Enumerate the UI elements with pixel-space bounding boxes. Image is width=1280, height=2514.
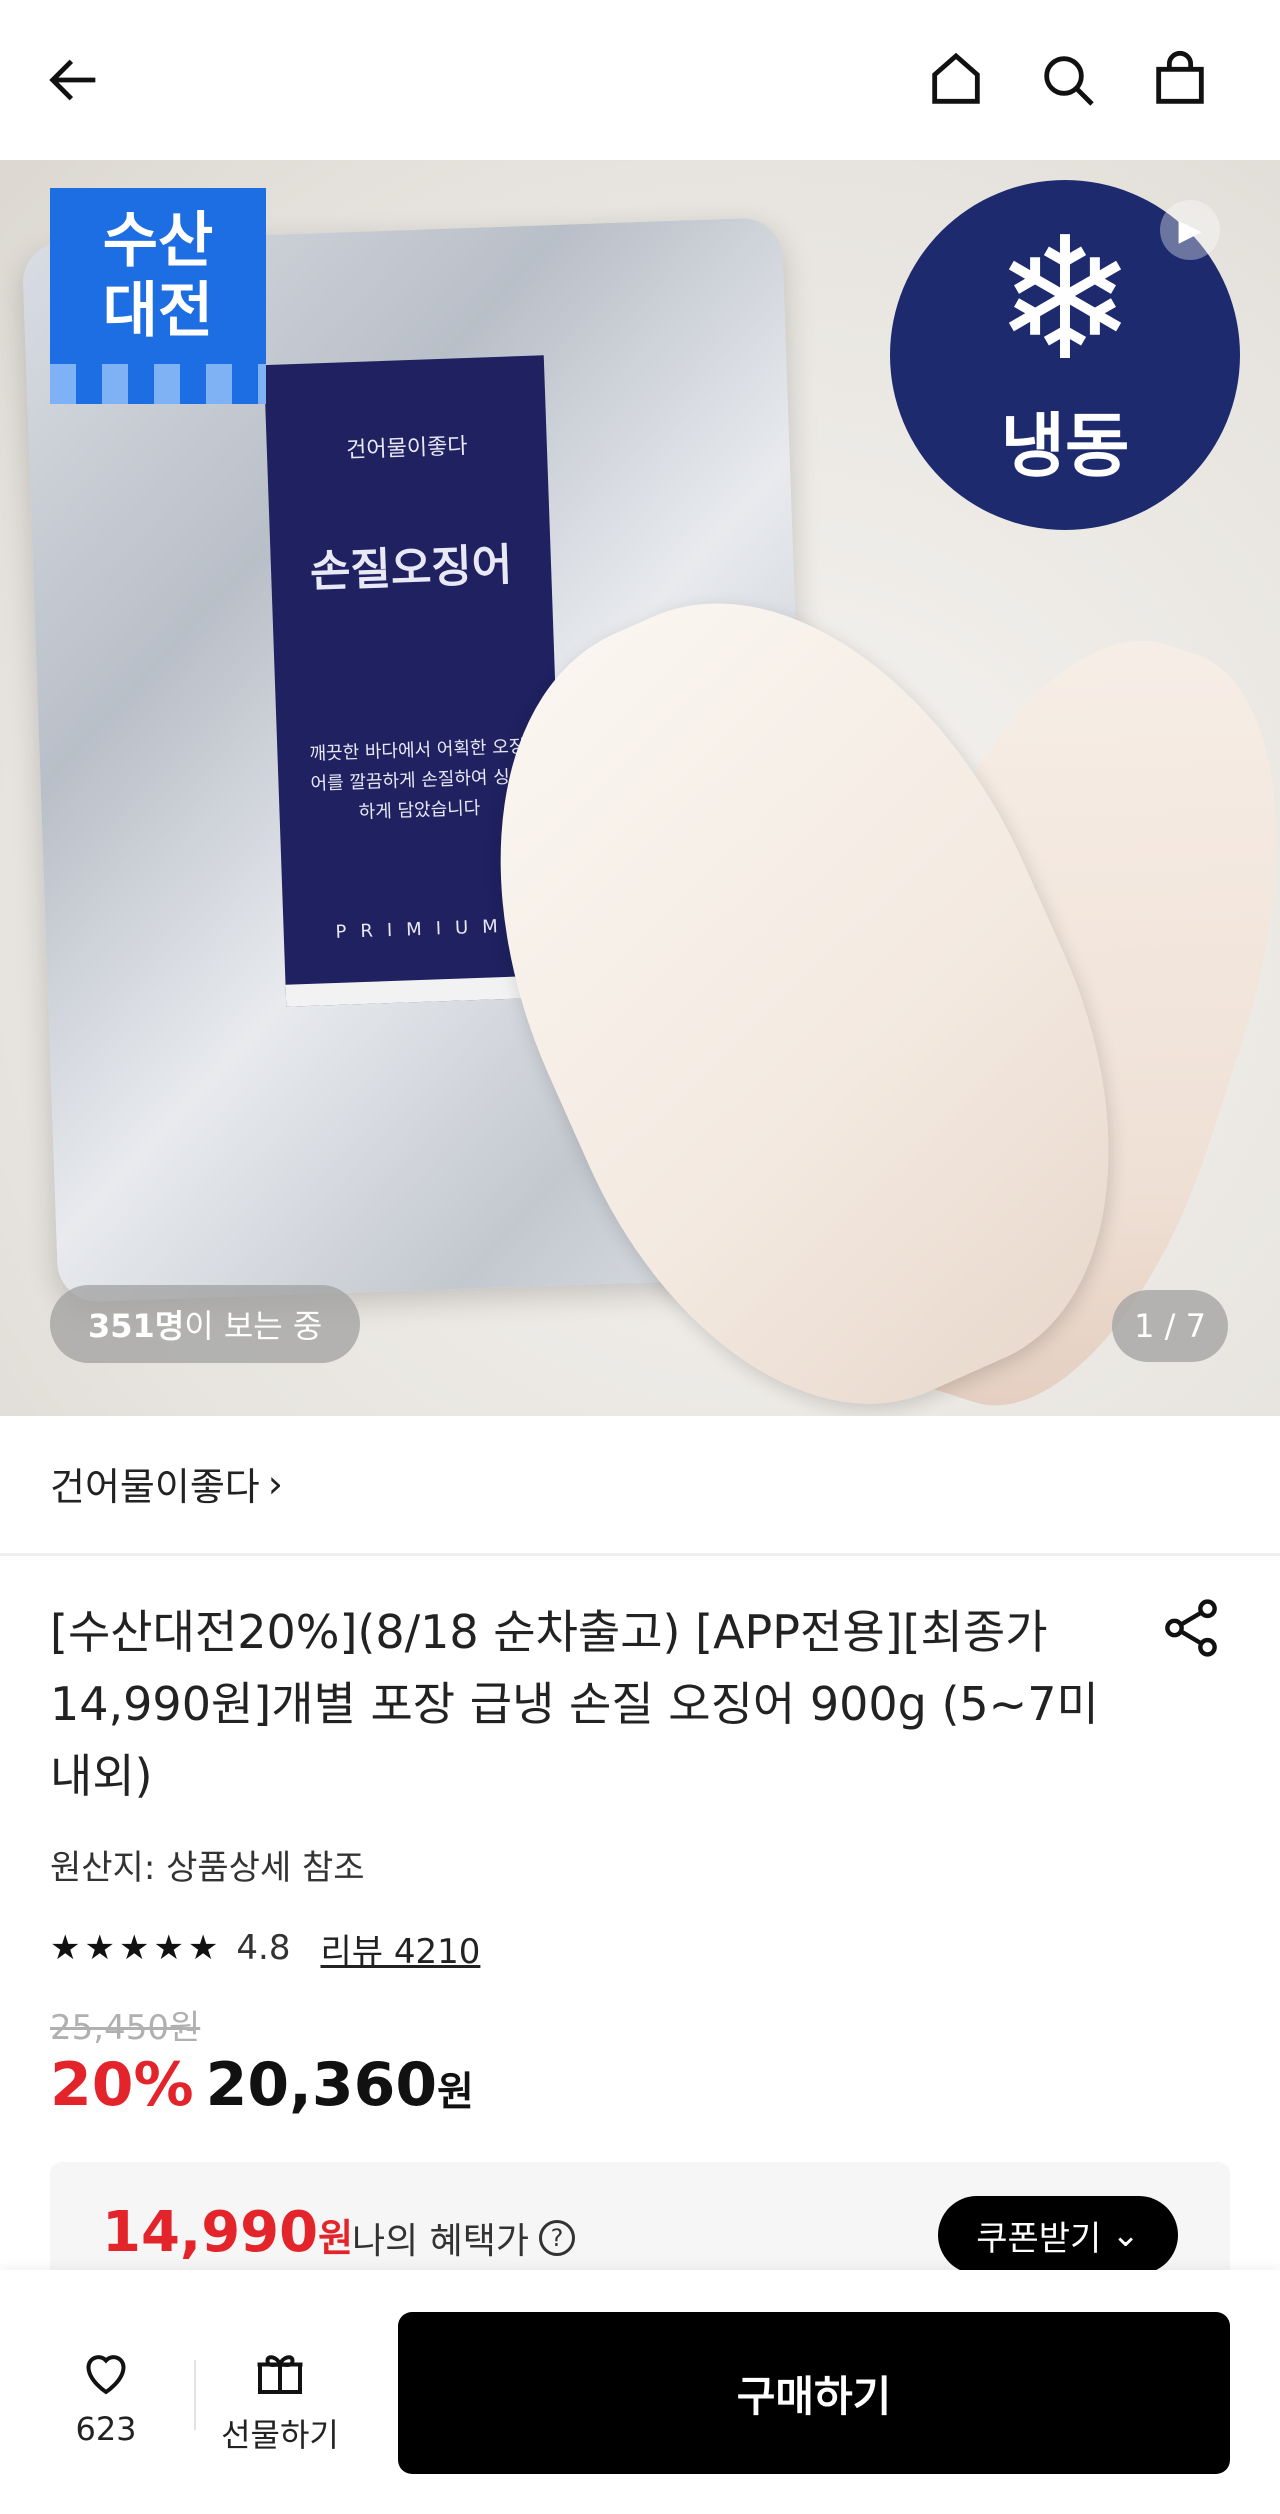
- buy-button[interactable]: 구매하기: [398, 2312, 1230, 2474]
- home-icon: [932, 52, 980, 104]
- like-count: 623: [75, 2410, 137, 2448]
- price-unit: 원: [437, 2069, 474, 2115]
- discount-rate: 20%: [50, 2050, 194, 2120]
- seller-name: 건어물이좋다: [50, 1465, 260, 1509]
- viewers-badge: 351명 이 보는 중: [50, 1285, 361, 1363]
- package-brand: 건어물이좋다: [345, 434, 469, 464]
- viewers-suffix: 이 보는 중: [184, 1307, 323, 1345]
- image-counter: 1 / 7: [1112, 1290, 1228, 1362]
- cart-button[interactable]: [1140, 40, 1220, 120]
- chevron-down-icon: ⌄: [1111, 2215, 1140, 2255]
- package-name: 손질오징어: [309, 539, 514, 598]
- benefit-label-text: 나의 혜택가: [352, 2221, 530, 2262]
- wave-decoration: [50, 364, 266, 404]
- review-link[interactable]: 리뷰 4210: [320, 1924, 480, 1973]
- benefit-price-unit: 원: [318, 2216, 354, 2260]
- star-rating-icon: ★★★★★: [50, 1928, 223, 1968]
- top-header: [0, 0, 1280, 160]
- product-image-carousel[interactable]: 건어물이좋다 손질오징어 깨끗한 바다에서 어획한 오징어를 깔끔하게 손질하여…: [0, 160, 1280, 1416]
- back-arrow-icon: [49, 59, 96, 101]
- product-title: [수산대전20%](8/18 순차출고) [APP전용][최종가 14,990원…: [50, 1605, 1099, 1803]
- sale-price: 20,360: [205, 2050, 438, 2120]
- benefit-label: 나의 혜택가 ?: [352, 2212, 576, 2264]
- rating-score: 4.8: [236, 1928, 291, 1968]
- coupon-button[interactable]: 쿠폰받기 ⌄: [938, 2196, 1178, 2274]
- original-price: 25,450원: [50, 2008, 201, 2048]
- fisheries-sale-badge: 수산 대전: [50, 188, 266, 404]
- home-button[interactable]: [916, 40, 996, 120]
- sale-badge-text: 수산 대전: [102, 206, 214, 346]
- bottom-divider: [194, 2360, 196, 2430]
- section-divider: [0, 1553, 1280, 1556]
- bottom-action-bar: 623 선물하기 구매하기: [0, 2270, 1280, 2514]
- share-icon: [1165, 1599, 1217, 1657]
- seller-link[interactable]: 건어물이좋다 ›: [50, 1456, 283, 1511]
- help-icon[interactable]: ?: [539, 2220, 576, 2256]
- like-button[interactable]: 623: [66, 2342, 146, 2448]
- frozen-badge-text: 냉동: [1000, 405, 1130, 487]
- viewers-count: 351명: [88, 1307, 185, 1345]
- play-video-button[interactable]: ▶: [1160, 200, 1220, 260]
- search-button[interactable]: [1028, 40, 1108, 120]
- benefit-price: 14,990원: [102, 2200, 353, 2265]
- shopping-bag-icon: [1156, 51, 1204, 104]
- origin-info: 원산지: 상품상세 참조: [50, 1848, 365, 1888]
- back-button[interactable]: [34, 40, 114, 120]
- gift-icon: [257, 2355, 303, 2394]
- price-row: 20% 20,360 원: [50, 2050, 474, 2120]
- play-icon: ▶: [1178, 212, 1202, 248]
- rating-row: ★★★★★ 4.8 리뷰 4210: [50, 1920, 480, 1976]
- benefit-price-value: 14,990: [102, 2200, 319, 2265]
- coupon-button-label: 쿠폰받기: [976, 2218, 1102, 2259]
- heart-icon: [86, 2355, 126, 2395]
- gift-label: 선물하기: [221, 2416, 339, 2454]
- search-icon: [1044, 56, 1094, 106]
- chevron-right-icon: ›: [267, 1461, 283, 1506]
- gift-button[interactable]: 선물하기: [216, 2342, 344, 2456]
- share-button[interactable]: [1158, 1595, 1224, 1661]
